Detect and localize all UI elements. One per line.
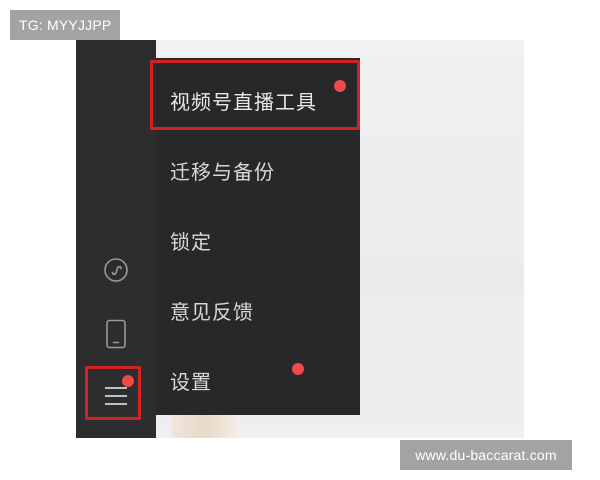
phone-icon-graphic <box>106 319 126 349</box>
content-thumbnail <box>172 414 238 438</box>
menu-item-channels-live-tool[interactable]: 视频号直播工具 <box>170 82 317 122</box>
channels-live-tool-badge-dot <box>334 80 346 92</box>
watermark-top-left: TG: MYYJJPP <box>10 10 121 40</box>
menu-item-feedback[interactable]: 意见反馈 <box>170 292 254 332</box>
app-window: 视频号直播工具 迁移与备份 锁定 意见反馈 设置 <box>76 40 524 438</box>
settings-badge-dot <box>292 363 304 375</box>
menu-item-settings[interactable]: 设置 <box>170 362 212 402</box>
mini-program-icon-graphic <box>104 258 128 282</box>
left-sidebar <box>76 40 156 438</box>
mini-program-icon[interactable] <box>99 253 133 287</box>
menu-badge-dot <box>122 375 134 387</box>
phone-icon[interactable] <box>99 317 133 351</box>
more-menu-dropdown: 视频号直播工具 迁移与备份 锁定 意见反馈 设置 <box>150 58 360 415</box>
menu-icon-highlight <box>85 366 141 420</box>
watermark-bottom-right: www.du-baccarat.com <box>400 440 572 470</box>
menu-item-migrate-backup[interactable]: 迁移与备份 <box>170 152 275 192</box>
menu-item-lock[interactable]: 锁定 <box>170 222 212 262</box>
stage: TG: MYYJJPP 视频号直播工具 迁移与备份 锁定 意见反馈 设置 www… <box>0 0 600 480</box>
